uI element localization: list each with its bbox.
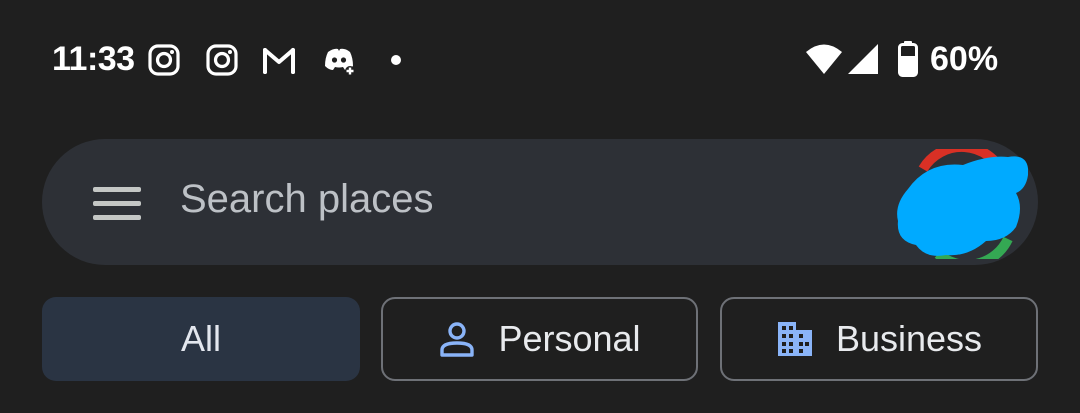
wifi-icon [805,43,843,75]
filter-chip-label: Business [835,318,983,359]
building-icon [777,322,812,356]
discord-icon [322,43,356,77]
status-time: 11:33 [52,40,135,78]
instagram-icon [205,43,239,77]
battery-percentage: 60% [930,40,999,78]
person-icon [440,322,475,357]
more-notifications-dot [391,55,401,65]
account-avatar[interactable] [868,149,1028,259]
search-input[interactable]: Search places [180,177,433,222]
cellular-signal-icon [847,43,879,75]
maps-search-header: 11:33 60% Search places All Personal Bus… [0,0,1080,413]
filter-chip-all[interactable]: All [42,297,360,381]
filter-chip-business[interactable]: Business [720,297,1038,381]
battery-icon [898,41,918,77]
status-bar: 11:33 60% [0,0,1080,120]
search-bar[interactable]: Search places [42,139,1038,265]
filter-chip-label: All [180,318,221,359]
filter-chip-label: Personal [498,318,641,359]
filter-chip-personal[interactable]: Personal [381,297,698,381]
gmail-icon [262,43,296,77]
hamburger-menu-icon[interactable] [93,185,141,221]
instagram-icon [147,43,181,77]
